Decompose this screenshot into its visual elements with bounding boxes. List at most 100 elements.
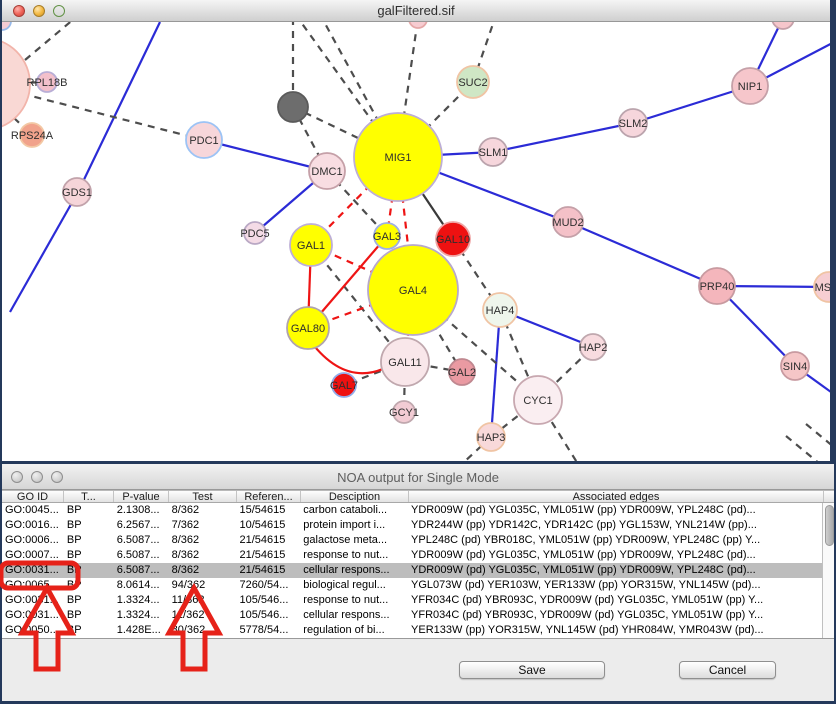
cell-ref: 105/546...: [236, 608, 300, 623]
cell-desc: cellular respons...: [300, 608, 408, 623]
cell-ref: 21/54615: [236, 533, 300, 548]
column-header-assoc[interactable]: Associated edges: [409, 491, 824, 502]
node-label-PDC5: PDC5: [240, 228, 269, 240]
network-node-nip-cut[interactable]: [772, 22, 794, 29]
network-node-top-cut[interactable]: [409, 22, 427, 28]
cell-p: 6.2567...: [114, 518, 169, 533]
node-label-CYC1: CYC1: [523, 395, 552, 407]
network-canvas: RPL18BRPS24AGDS1PDC1MIG1SUC2SLM1SLM2NIP1…: [2, 22, 830, 461]
network-edge-pd-42[interactable]: [806, 424, 830, 452]
table-bottom-border: [2, 638, 834, 639]
node-label-MIG1: MIG1: [385, 152, 412, 164]
table-row[interactable]: GO:0045...BP2.1308...8/36215/54615carbon…: [2, 503, 822, 518]
cell-test: 7/362: [169, 518, 237, 533]
cell-ref: 10/54615: [236, 518, 300, 533]
network-edge-pp-10[interactable]: [568, 222, 717, 286]
network-edge-pd-43[interactable]: [786, 436, 820, 461]
node-label-GAL4: GAL4: [399, 285, 427, 297]
cell-desc: galactose meta...: [300, 533, 408, 548]
cell-p: 1.3324...: [114, 608, 169, 623]
node-label-MUD2: MUD2: [552, 217, 583, 229]
cell-desc: protein import i...: [300, 518, 408, 533]
node-label-GAL1: GAL1: [297, 240, 325, 252]
network-edge-pp-5[interactable]: [493, 123, 633, 152]
cell-assoc: YGL073W (pd) YER103W, YER133W (pp) YOR31…: [408, 578, 822, 593]
cell-p: 8.0614...: [114, 578, 169, 593]
save-button[interactable]: Save: [459, 661, 605, 679]
noa-output-window: NOA output for Single Mode GO IDT...P-va…: [2, 464, 834, 701]
cell-t: BP: [64, 593, 114, 608]
node-label-GDS1: GDS1: [62, 187, 92, 199]
cell-test: 8/362: [169, 503, 237, 518]
cell-test: 11/362: [169, 593, 237, 608]
network-edge-pp-0[interactable]: [78, 22, 160, 192]
cell-t: BP: [64, 608, 114, 623]
cell-assoc: YDR009W (pd) YGL035C, YML051W (pp) YDR00…: [408, 503, 822, 518]
table-row[interactable]: GO:0016...BP6.2567...7/36210/54615protei…: [2, 518, 822, 533]
cell-t: BP: [64, 548, 114, 563]
cell-t: BP: [64, 578, 114, 593]
cell-go: GO:0050...: [2, 623, 64, 638]
table-row[interactable]: GO:0006...BP6.5087...8/36221/54615galact…: [2, 533, 822, 548]
table-row[interactable]: GO:0031...BP1.3324...11/362105/546...cel…: [2, 608, 822, 623]
node-label-GAL11: GAL11: [388, 357, 421, 369]
column-header-desc[interactable]: Desciption: [301, 491, 409, 502]
cell-p: 1.3324...: [114, 593, 169, 608]
cell-assoc: YPL248C (pd) YBR018C, YML051W (pp) YDR00…: [408, 533, 822, 548]
cell-assoc: YER133W (pp) YOR315W, YNL145W (pd) YHR08…: [408, 623, 822, 638]
network-node-corner-cut[interactable]: [2, 22, 11, 30]
cell-assoc: YDR009W (pd) YGL035C, YML051W (pp) YDR00…: [408, 548, 822, 563]
column-header-go[interactable]: GO ID: [2, 491, 64, 502]
cell-test: 8/362: [169, 548, 237, 563]
scrollbar-thumb[interactable]: [825, 505, 834, 546]
column-header-t[interactable]: T...: [64, 491, 114, 502]
network-window-title: galFiltered.sif: [2, 3, 830, 18]
node-label-HAP2: HAP2: [579, 342, 608, 354]
node-label-SLM1: SLM1: [479, 147, 508, 159]
cell-ref: 7260/54...: [236, 578, 300, 593]
cell-ref: 5778/54...: [236, 623, 300, 638]
network-edge-pp-15[interactable]: [491, 310, 500, 437]
cell-t: BP: [64, 533, 114, 548]
table-row[interactable]: GO:0065...BP8.0614...94/3627260/54...bio…: [2, 578, 822, 593]
node-label-RPS24A: RPS24A: [11, 130, 54, 142]
network-edge-pp-2[interactable]: [204, 140, 327, 171]
cell-go: GO:0031...: [2, 563, 64, 578]
cell-p: 6.5087...: [114, 533, 169, 548]
cell-ref: 15/54615: [236, 503, 300, 518]
cell-t: BP: [64, 623, 114, 638]
noa-window-title: NOA output for Single Mode: [2, 470, 834, 485]
column-header-p[interactable]: P-value: [114, 491, 169, 502]
cell-ref: 105/546...: [236, 593, 300, 608]
cell-p: 6.5087...: [114, 548, 169, 563]
table-row[interactable]: GO:0031...BP6.5087...8/36221/54615cellul…: [2, 563, 822, 578]
cancel-button[interactable]: Cancel: [679, 661, 776, 679]
results-table: GO:0045...BP2.1308...8/36215/54615carbon…: [2, 503, 822, 638]
table-header: GO IDT...P-valueTestReferen...Desciption…: [2, 490, 834, 503]
cell-assoc: YFR034C (pd) YBR093C, YDR009W (pd) YGL03…: [408, 593, 822, 608]
cell-ref: 21/54615: [236, 563, 300, 578]
network-edge-pd-17[interactable]: [25, 22, 75, 60]
network-window-titlebar: galFiltered.sif: [2, 0, 830, 22]
vertical-scrollbar[interactable]: [822, 503, 834, 638]
cell-t: BP: [64, 563, 114, 578]
noa-window-titlebar: NOA output for Single Mode: [2, 464, 834, 490]
table-row[interactable]: GO:0031...BP1.3324...11/362105/546...res…: [2, 593, 822, 608]
cell-t: BP: [64, 518, 114, 533]
table-row[interactable]: GO:0007...BP6.5087...8/36221/54615respon…: [2, 548, 822, 563]
node-label-NIP1: NIP1: [738, 81, 762, 93]
node-label-GAL2: GAL2: [448, 367, 476, 379]
network-edge-red-46[interactable]: [311, 342, 385, 373]
column-header-test[interactable]: Test: [169, 491, 237, 502]
node-label-DMC1: DMC1: [311, 166, 342, 178]
node-label-HAP3: HAP3: [477, 432, 506, 444]
network-edge-pp-1[interactable]: [10, 192, 78, 312]
cell-test: 94/362: [169, 578, 237, 593]
cell-go: GO:0031...: [2, 593, 64, 608]
table-row[interactable]: GO:0050...BP1.428E...80/3625778/54...reg…: [2, 623, 822, 638]
column-header-ref[interactable]: Referen...: [237, 491, 301, 502]
node-label-GCY1: GCY1: [389, 407, 419, 419]
node-label-PDC1: PDC1: [189, 135, 218, 147]
cell-go: GO:0006...: [2, 533, 64, 548]
network-node-dark-node[interactable]: [278, 92, 308, 122]
